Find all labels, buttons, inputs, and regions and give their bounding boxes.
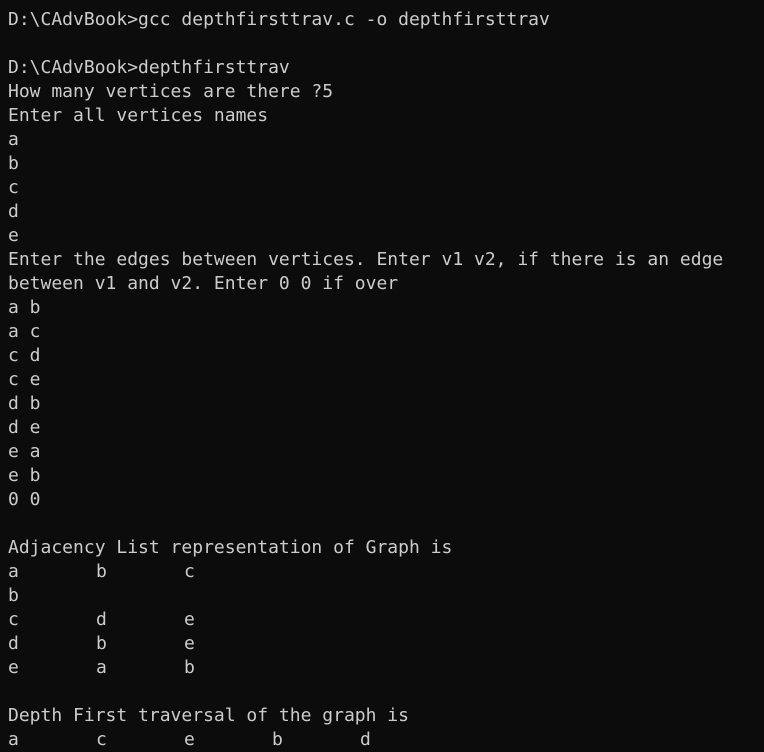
console-line: e b (8, 465, 41, 486)
console-line: a b (8, 297, 41, 318)
console-line: How many vertices are there ?5 (8, 81, 334, 102)
console-table-cell: d (360, 729, 371, 750)
console-table-cell: a (96, 657, 107, 678)
console-table-row: eab (8, 656, 764, 680)
console-line: c d (8, 345, 41, 366)
console-table-cell: b (96, 633, 107, 654)
console-line: between v1 and v2. Enter 0 0 if over (8, 273, 399, 294)
console-line: a (8, 129, 19, 150)
console-line: D:\CAdvBook>depthfirsttrav (8, 57, 290, 78)
console-line: d b (8, 393, 41, 414)
console-table-cell: d (8, 633, 19, 654)
console-line: a c (8, 321, 41, 342)
console-line: Depth First traversal of the graph is (8, 705, 409, 726)
console-table-cell: b (96, 561, 107, 582)
console-line: b (8, 153, 19, 174)
console-line: c e (8, 369, 41, 390)
console-table-cell: e (184, 609, 195, 630)
console-table-cell: c (96, 729, 107, 750)
console-line: 0 0 (8, 489, 41, 510)
console-line: d e (8, 417, 41, 438)
console-table-row: acebd (8, 728, 764, 752)
console-table-cell: c (184, 561, 195, 582)
console-table-cell: a (8, 561, 19, 582)
console-line: Enter the edges between vertices. Enter … (8, 249, 724, 270)
console-table-cell: b (8, 585, 19, 606)
console-table-cell: d (96, 609, 107, 630)
console-line: e a (8, 441, 41, 462)
console-table-row: a b c (8, 560, 764, 584)
console-output[interactable]: D:\CAdvBook>gcc depthfirsttrav.c -o dept… (0, 0, 764, 750)
console-line: c (8, 177, 19, 198)
console-line: e (8, 225, 19, 246)
console-line: D:\CAdvBook>gcc depthfirsttrav.c -o dept… (8, 9, 550, 30)
console-table-cell: e (8, 657, 19, 678)
console-table-cell: c (8, 609, 19, 630)
console-table-row: dbe (8, 632, 764, 656)
console-table-cell: b (184, 657, 195, 678)
console-table-row: b (8, 584, 764, 608)
console-line: Adjacency List representation of Graph i… (8, 537, 453, 558)
console-table-row: c d e (8, 608, 764, 632)
console-table-cell: b (272, 729, 283, 750)
console-table-cell: a (8, 729, 19, 750)
console-line: Enter all vertices names (8, 105, 269, 126)
console-table-cell: e (184, 729, 195, 750)
console-table-cell: e (184, 633, 195, 654)
console-line: d (8, 201, 19, 222)
